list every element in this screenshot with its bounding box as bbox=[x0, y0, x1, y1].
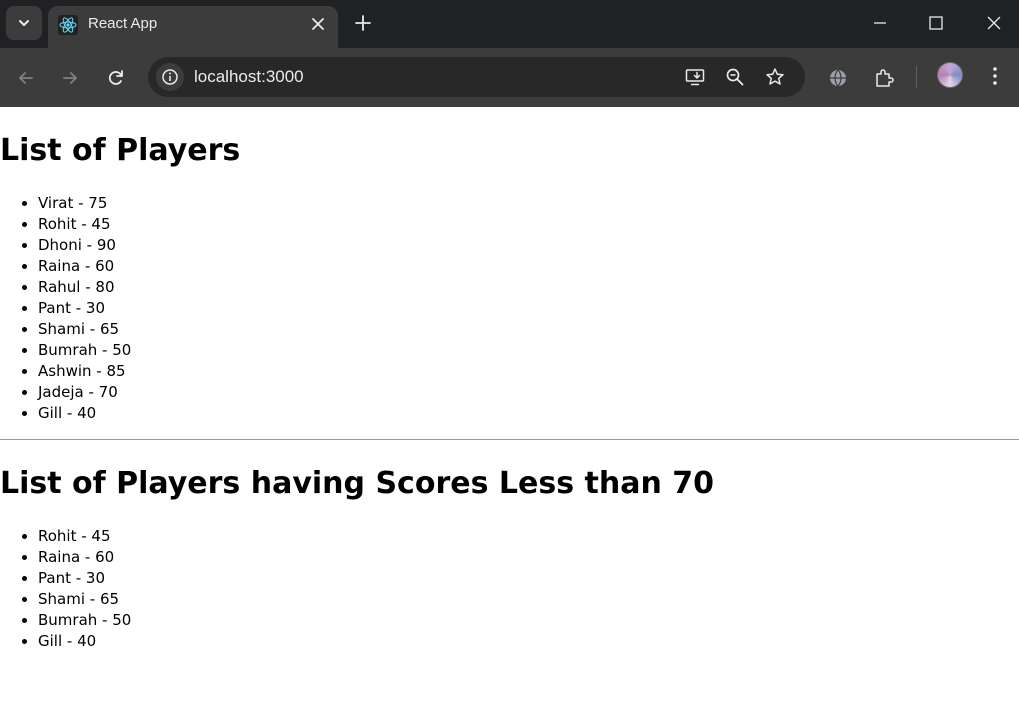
player-list-item: Gill - 40 bbox=[38, 403, 1019, 424]
player-list-item: Shami - 65 bbox=[38, 589, 1019, 610]
star-icon[interactable] bbox=[765, 67, 785, 87]
url-text[interactable]: localhost:3000 bbox=[194, 67, 304, 87]
tab-strip: React App bbox=[0, 0, 1019, 48]
translate-icon[interactable] bbox=[828, 68, 848, 88]
player-list-item: Bumrah - 50 bbox=[38, 340, 1019, 361]
address-bar[interactable]: localhost:3000 bbox=[148, 57, 805, 97]
window-close-icon[interactable] bbox=[985, 14, 1003, 32]
react-icon bbox=[58, 15, 78, 35]
install-icon[interactable] bbox=[685, 67, 705, 87]
heading-filtered-players: List of Players having Scores Less than … bbox=[0, 466, 715, 501]
player-list-item: Dhoni - 90 bbox=[38, 235, 1019, 256]
plus-icon[interactable] bbox=[354, 14, 372, 32]
player-list-item: Bumrah - 50 bbox=[38, 610, 1019, 631]
browser-toolbar: localhost:3000 bbox=[0, 48, 1019, 107]
close-icon[interactable] bbox=[310, 16, 326, 32]
player-list-item: Rahul - 80 bbox=[38, 277, 1019, 298]
extensions-icon[interactable] bbox=[874, 68, 894, 88]
maximize-icon[interactable] bbox=[927, 14, 945, 32]
player-list-item: Virat - 75 bbox=[38, 193, 1019, 214]
avatar[interactable] bbox=[937, 62, 963, 88]
filtered-players-list: Rohit - 45Raina - 60Pant - 30Shami - 65B… bbox=[0, 526, 1019, 652]
section-divider bbox=[0, 439, 1019, 440]
browser-tab[interactable]: React App bbox=[48, 6, 338, 48]
player-list-item: Pant - 30 bbox=[38, 298, 1019, 319]
player-list-item: Raina - 60 bbox=[38, 547, 1019, 568]
site-info-icon bbox=[162, 69, 178, 85]
back-icon[interactable] bbox=[16, 68, 36, 88]
tab-title: React App bbox=[88, 15, 158, 32]
player-list-item: Pant - 30 bbox=[38, 568, 1019, 589]
more-vert-icon[interactable] bbox=[986, 66, 1004, 86]
toolbar-divider bbox=[916, 66, 917, 88]
forward-icon[interactable] bbox=[60, 68, 80, 88]
site-info-button[interactable] bbox=[156, 63, 184, 91]
minimize-icon[interactable] bbox=[871, 14, 889, 32]
chevron-down-icon bbox=[19, 20, 29, 26]
player-list-item: Shami - 65 bbox=[38, 319, 1019, 340]
player-list-item: Raina - 60 bbox=[38, 256, 1019, 277]
player-list-item: Rohit - 45 bbox=[38, 214, 1019, 235]
reload-icon[interactable] bbox=[106, 68, 126, 88]
all-players-list: Virat - 75Rohit - 45Dhoni - 90Raina - 60… bbox=[0, 193, 1019, 424]
player-list-item: Rohit - 45 bbox=[38, 526, 1019, 547]
zoom-out-icon[interactable] bbox=[725, 67, 745, 87]
player-list-item: Jadeja - 70 bbox=[38, 382, 1019, 403]
tab-search-button[interactable] bbox=[6, 6, 42, 40]
heading-all-players: List of Players bbox=[0, 133, 241, 168]
page-content: List of Players Virat - 75Rohit - 45Dhon… bbox=[0, 107, 1019, 652]
player-list-item: Ashwin - 85 bbox=[38, 361, 1019, 382]
player-list-item: Gill - 40 bbox=[38, 631, 1019, 652]
